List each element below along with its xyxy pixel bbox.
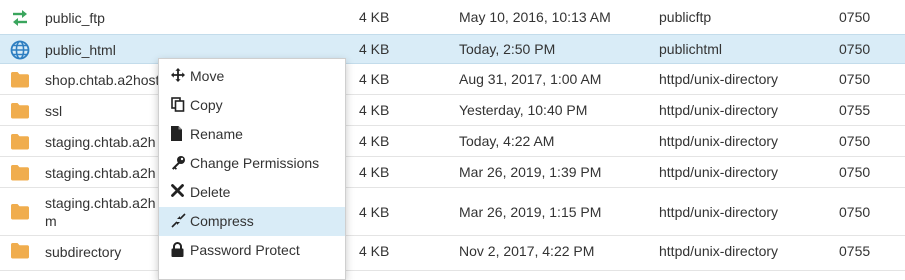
file-permissions: 0755 — [839, 243, 871, 259]
key-icon — [171, 155, 187, 171]
folder-icon — [10, 102, 30, 122]
file-permissions: 0750 — [839, 41, 871, 57]
file-row[interactable]: staging.chtab.a2h m 4 KB Mar 26, 2019, 1… — [0, 188, 905, 236]
file-permissions: 0750 — [839, 71, 871, 87]
file-size: 4 KB — [359, 41, 390, 57]
file-type: httpd/unix-directory — [659, 71, 779, 87]
menu-item-copy[interactable]: Copy — [159, 91, 345, 120]
file-size: 4 KB — [359, 243, 390, 259]
file-name[interactable]: subdirectory — [45, 243, 165, 261]
file-permissions: 0750 — [839, 204, 871, 220]
compress-icon — [171, 213, 187, 229]
folder-icon — [10, 71, 30, 91]
file-name[interactable]: public_ftp — [45, 9, 165, 27]
file-modified: Aug 31, 2017, 1:00 AM — [459, 71, 602, 87]
file-size: 4 KB — [359, 102, 390, 118]
lock-icon — [171, 242, 187, 258]
file-permissions: 0750 — [839, 9, 871, 25]
menu-item-password-protect[interactable]: Password Protect — [159, 236, 345, 265]
menu-item-change-permissions[interactable]: Change Permissions — [159, 149, 345, 178]
close-icon — [171, 184, 187, 200]
file-type: publichtml — [659, 41, 723, 57]
file-size: 4 KB — [359, 204, 390, 220]
file-row-public-ftp[interactable]: public_ftp 4 KB May 10, 2016, 10:13 AM p… — [0, 0, 905, 35]
file-row-public-html[interactable]: public_html 4 KB Today, 2:50 PM publicht… — [0, 34, 905, 64]
file-type: httpd/unix-directory — [659, 204, 779, 220]
file-name[interactable]: staging.chtab.a2h m — [45, 194, 165, 230]
menu-item-label: Move — [190, 68, 225, 84]
arrows-icon — [10, 9, 30, 29]
menu-item-delete[interactable]: Delete — [159, 178, 345, 207]
file-modified: Nov 2, 2017, 4:22 PM — [459, 243, 595, 259]
menu-item-label: Delete — [190, 184, 231, 200]
folder-icon — [10, 203, 30, 223]
file-row[interactable]: staging.chtab.a2h 4 KB Today, 4:22 AM ht… — [0, 126, 905, 157]
file-name[interactable]: staging.chtab.a2h — [45, 133, 165, 151]
file-modified: Today, 4:22 AM — [459, 133, 555, 149]
folder-icon — [10, 164, 30, 184]
file-type: httpd/unix-directory — [659, 243, 779, 259]
menu-item-move[interactable]: Move — [159, 62, 345, 91]
file-size: 4 KB — [359, 133, 390, 149]
file-modified: Yesterday, 10:40 PM — [459, 102, 588, 118]
file-row[interactable]: staging.chtab.a2h 4 KB Mar 26, 2019, 1:3… — [0, 157, 905, 188]
menu-item-label: Copy — [190, 97, 223, 113]
file-name[interactable]: ssl — [45, 102, 165, 120]
file-name[interactable]: public_html — [45, 41, 165, 59]
menu-item-rename[interactable]: Rename — [159, 120, 345, 149]
file-size: 4 KB — [359, 164, 390, 180]
file-permissions: 0750 — [839, 133, 871, 149]
menu-item-label: Compress — [190, 213, 254, 229]
copy-icon — [171, 97, 187, 113]
file-type: httpd/unix-directory — [659, 102, 779, 118]
file-size: 4 KB — [359, 71, 390, 87]
file-row[interactable]: ssl 4 KB Yesterday, 10:40 PM httpd/unix-… — [0, 95, 905, 126]
file-permissions: 0755 — [839, 102, 871, 118]
menu-item-label: Rename — [190, 126, 243, 142]
file-size: 4 KB — [359, 9, 390, 25]
file-icon — [171, 126, 187, 142]
globe-icon — [10, 40, 30, 60]
context-menu: Move Copy Rename Change Permissions Dele… — [158, 58, 346, 280]
file-name[interactable]: shop.chtab.a2host — [45, 71, 165, 89]
file-modified: May 10, 2016, 10:13 AM — [459, 9, 611, 25]
menu-item-label: Password Protect — [190, 242, 300, 258]
move-icon — [171, 68, 187, 84]
file-type: httpd/unix-directory — [659, 164, 779, 180]
folder-icon — [10, 242, 30, 262]
folder-icon — [10, 133, 30, 153]
file-type: publicftp — [659, 9, 712, 25]
file-modified: Mar 26, 2019, 1:15 PM — [459, 204, 602, 220]
file-row[interactable]: subdirectory 4 KB Nov 2, 2017, 4:22 PM h… — [0, 236, 905, 271]
file-name[interactable]: staging.chtab.a2h — [45, 164, 165, 182]
file-type: httpd/unix-directory — [659, 133, 779, 149]
menu-item-compress[interactable]: Compress — [159, 207, 345, 236]
file-modified: Mar 26, 2019, 1:39 PM — [459, 164, 602, 180]
file-modified: Today, 2:50 PM — [459, 41, 556, 57]
file-row[interactable]: shop.chtab.a2host 4 KB Aug 31, 2017, 1:0… — [0, 64, 905, 95]
file-permissions: 0750 — [839, 164, 871, 180]
menu-item-label: Change Permissions — [190, 155, 320, 171]
